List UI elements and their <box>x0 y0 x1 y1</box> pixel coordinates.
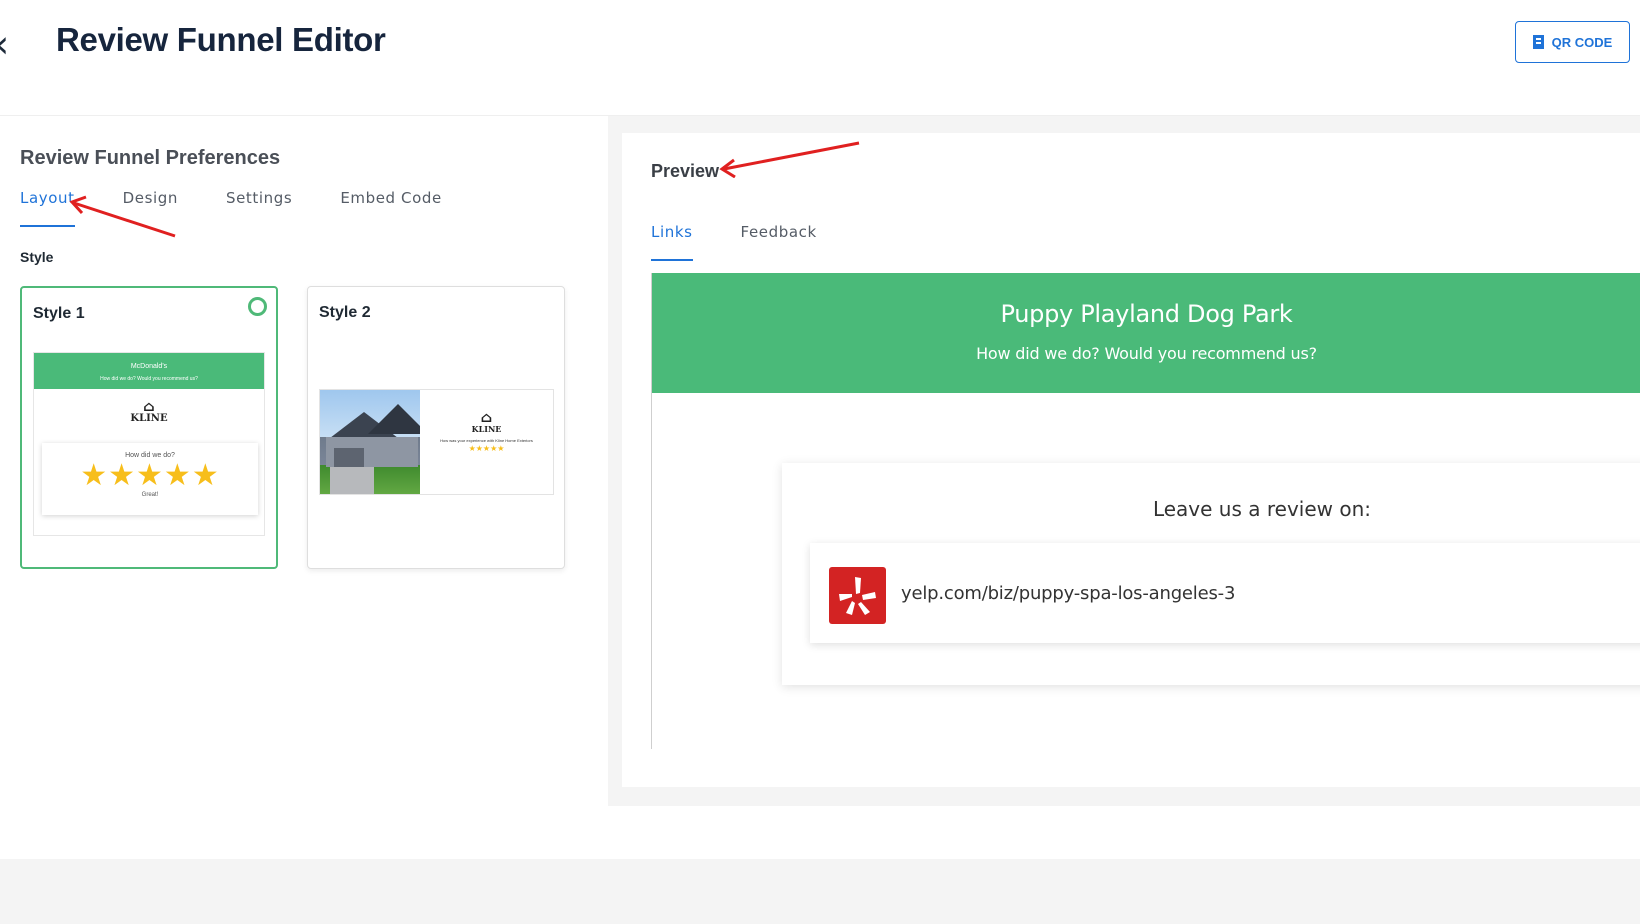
style-1-card[interactable]: Style 1 McDonald's How did we do? Would … <box>20 286 278 569</box>
annotation-arrow <box>719 141 860 178</box>
star-rating-icons: ★★★★★ <box>80 458 220 493</box>
qr-code-button-label: QR CODE <box>1551 34 1613 50</box>
leave-review-label: Leave us a review on: <box>1152 497 1372 521</box>
style-1-thumbnail: McDonald's How did we do? Would you reco… <box>33 352 265 536</box>
thumbnail-logo-text: KLINE <box>471 424 502 434</box>
tab-feedback[interactable]: Feedback <box>741 223 817 261</box>
preview-header: Puppy Playland Dog Park How did we do? W… <box>652 273 1640 393</box>
funnel-preview: Puppy Playland Dog Park How did we do? W… <box>651 273 1640 749</box>
preview-question: How did we do? Would you recommend us? <box>976 344 1317 363</box>
kline-logo: ⌂ KLINE <box>420 410 553 435</box>
preview-title: Preview <box>651 161 720 181</box>
selected-radio-icon[interactable] <box>248 297 267 316</box>
annotation-arrow <box>69 195 176 238</box>
thumbnail-rating-box: How did we do? ★★★★★ Great! <box>42 443 258 515</box>
tab-settings[interactable]: Settings <box>226 189 292 227</box>
thumbnail-rating-label: Great! <box>141 492 159 498</box>
style-2-card[interactable]: Style 2 ⌂ KLINE How was your experience … <box>307 286 565 569</box>
house-photo <box>320 390 420 494</box>
tab-embed-code[interactable]: Embed Code <box>340 189 442 227</box>
style-1-name: Style 1 <box>33 305 85 322</box>
tab-links[interactable]: Links <box>651 223 693 261</box>
review-links-card: Leave us a review on: yelp.com/biz/puppy… <box>782 463 1640 685</box>
thumbnail-business-name: McDonald's <box>130 363 168 370</box>
style-2-name: Style 2 <box>319 304 371 321</box>
kline-logo: ⌂ KLINE <box>34 399 264 424</box>
preferences-title: Review Funnel Preferences <box>20 147 281 169</box>
top-bar: ‹ Review Funnel Editor QR CODE <box>0 0 1640 116</box>
footer-bar <box>0 859 1640 924</box>
roof-icon: ⌂ <box>480 410 493 426</box>
business-name: Puppy Playland Dog Park <box>1000 300 1293 328</box>
page-title: Review Funnel Editor <box>56 21 386 58</box>
thumbnail-logo-text: KLINE <box>130 413 168 424</box>
yelp-icon <box>829 567 886 624</box>
thumbnail-subheader: How did we do? Would you recommend us? <box>100 376 198 382</box>
roof-icon: ⌂ <box>143 399 155 415</box>
star-rating-icons: ★★★★★ <box>468 444 505 453</box>
review-link-url: yelp.com/biz/puppy-spa-los-angeles-3 <box>901 583 1236 604</box>
style-2-content: ⌂ KLINE How was your experience with Kli… <box>420 390 553 494</box>
chevron-left-icon[interactable]: ‹ <box>0 22 9 66</box>
qr-code-button[interactable]: QR CODE <box>1515 21 1630 63</box>
preferences-panel: Review Funnel Preferences Layout Design … <box>0 117 608 807</box>
review-link-item[interactable]: yelp.com/biz/puppy-spa-los-angeles-3 <box>810 543 1640 643</box>
preview-panel: Preview Links Feedback Puppy Playland Do… <box>622 133 1640 787</box>
style-2-thumbnail: ⌂ KLINE How was your experience with Kli… <box>319 389 554 495</box>
thumbnail-header: McDonald's How did we do? Would you reco… <box>34 353 264 389</box>
style-section-label: Style <box>20 249 54 265</box>
building-icon <box>1532 35 1544 49</box>
preview-tabs: Links Feedback <box>651 223 865 261</box>
